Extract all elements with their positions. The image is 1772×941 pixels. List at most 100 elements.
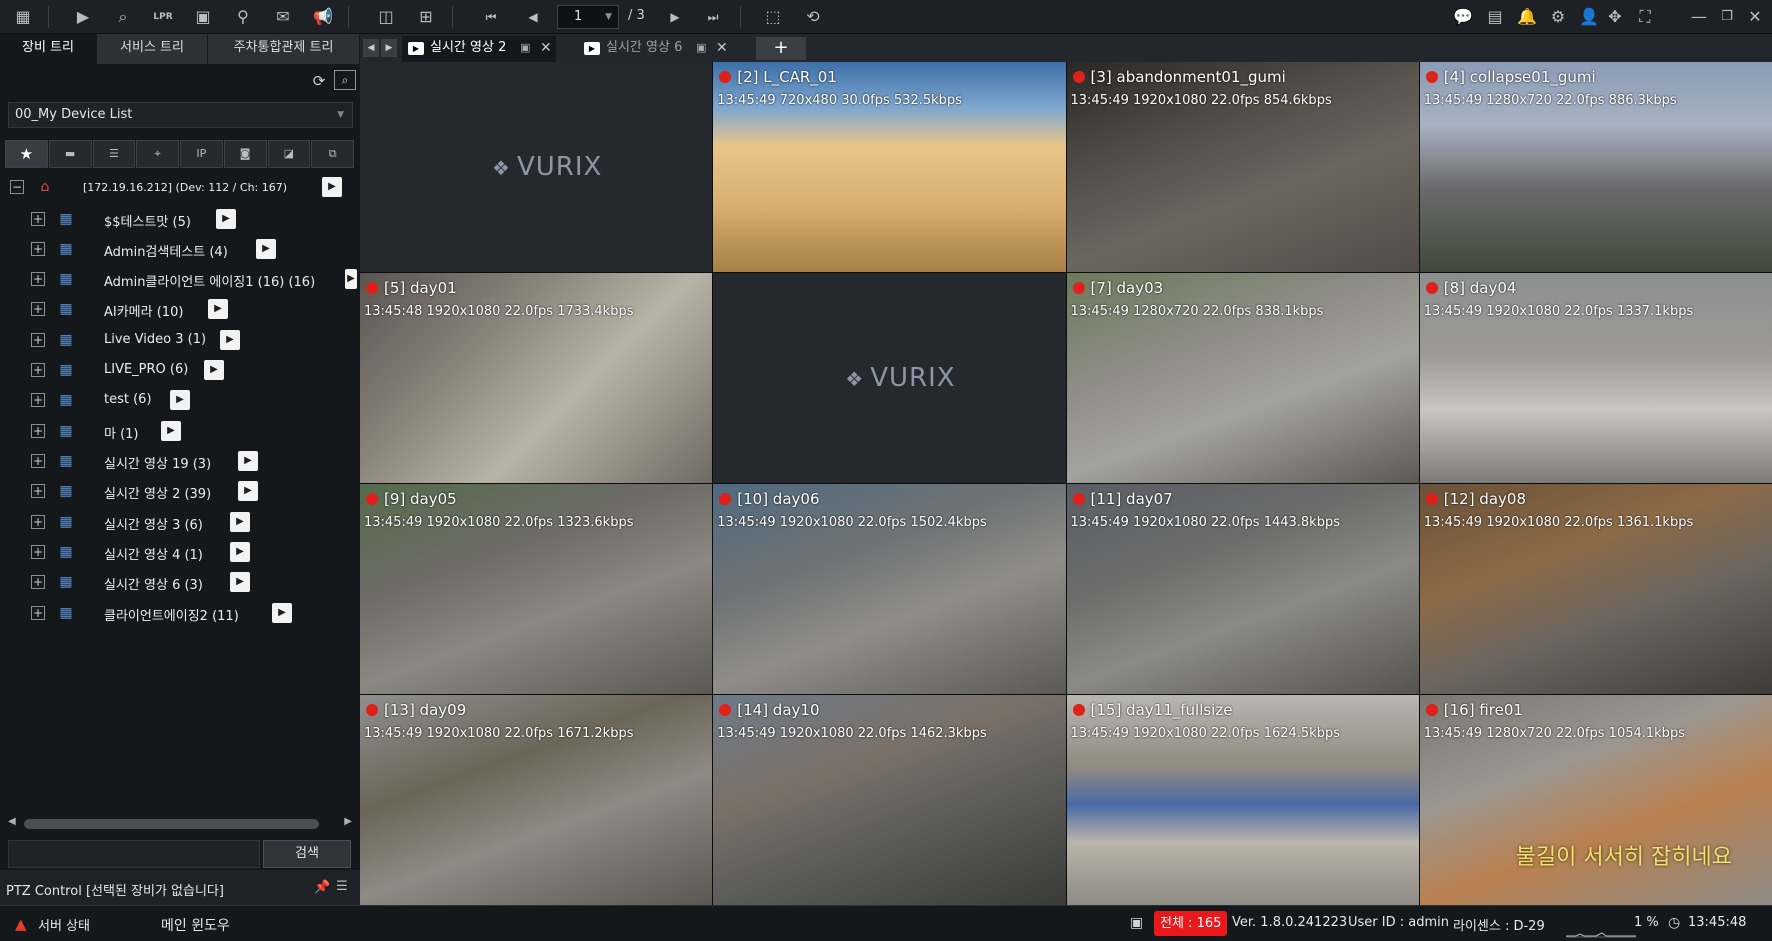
video-cell[interactable]: [13] day09 13:45:49 1920x1080 22.0fps 16…: [360, 695, 713, 905]
monitor-settings-icon[interactable]: ▤: [1482, 4, 1508, 30]
favorite-star-icon[interactable]: ★: [5, 140, 48, 168]
minimize-icon[interactable]: —: [1686, 4, 1712, 30]
expand-icon[interactable]: +: [31, 515, 45, 529]
video-cell-empty[interactable]: ❖ VURIX: [713, 273, 1066, 483]
play-icon[interactable]: ▶: [230, 542, 250, 562]
person-search-icon[interactable]: ⚲: [230, 4, 256, 30]
play-icon[interactable]: ▶: [238, 451, 258, 471]
tree-item[interactable]: + ▦ test (6) ▶: [0, 387, 360, 413]
main-window-label[interactable]: 메인 윈도우: [161, 915, 230, 935]
device-list-select[interactable]: 00_My Device List ▼: [8, 102, 353, 128]
scroll-thumb[interactable]: [24, 819, 319, 829]
camera-icon[interactable]: ◙: [223, 140, 267, 168]
first-page-icon[interactable]: ⏮: [478, 4, 504, 30]
tab-parking-tree[interactable]: 주차통합관제 트리: [208, 34, 360, 64]
next-page-icon[interactable]: ▶: [662, 4, 688, 30]
play-icon[interactable]: ▶: [238, 481, 258, 501]
close-tab-icon[interactable]: ✕: [716, 36, 728, 60]
ip-filter-icon[interactable]: IP: [180, 140, 223, 168]
video-cell[interactable]: [2] L_CAR_01 13:45:49 720x480 30.0fps 53…: [713, 62, 1066, 272]
play-icon[interactable]: ▶: [272, 603, 292, 623]
tree-item[interactable]: + ▦ 실시간 영상 3 (6) ▶: [0, 509, 360, 535]
lpr-icon[interactable]: LPR: [150, 4, 176, 30]
close-icon[interactable]: ✕: [1742, 4, 1768, 30]
expand-icon[interactable]: +: [31, 272, 45, 286]
tree-item[interactable]: + ▦ 실시간 영상 19 (3) ▶: [0, 448, 360, 474]
total-count-badge[interactable]: 전체 : 165: [1154, 911, 1228, 936]
prev-page-icon[interactable]: ◀: [520, 4, 546, 30]
video-cell[interactable]: [14] day10 13:45:49 1920x1080 22.0fps 14…: [713, 695, 1066, 905]
tree-item[interactable]: + ▦ 실시간 영상 4 (1) ▶: [0, 539, 360, 565]
tree-search-input[interactable]: [8, 840, 260, 868]
gear-icon[interactable]: ⚙: [1545, 4, 1571, 30]
search-button[interactable]: 검색: [263, 840, 351, 868]
expand-icon[interactable]: +: [31, 242, 45, 256]
video-cell[interactable]: [16] fire01 13:45:49 1280x720 22.0fps 10…: [1419, 695, 1772, 905]
sensor-icon[interactable]: ◪: [267, 140, 311, 168]
live-video-icon[interactable]: ▶: [70, 4, 96, 30]
expand-icon[interactable]: +: [31, 212, 45, 226]
collapse-icon[interactable]: −: [10, 180, 24, 194]
warning-icon[interactable]: ▲: [15, 915, 27, 933]
map-icon[interactable]: ⌖: [136, 140, 179, 168]
folder-icon[interactable]: ▬: [48, 140, 92, 168]
close-tab-icon[interactable]: ✕: [540, 36, 552, 60]
play-icon[interactable]: ▶: [170, 390, 190, 410]
play-icon[interactable]: ▶: [230, 572, 250, 592]
video-cell[interactable]: [12] day08 13:45:49 1920x1080 22.0fps 13…: [1419, 484, 1772, 694]
video-cell[interactable]: [7] day03 13:45:49 1280x720 22.0fps 838.…: [1066, 273, 1419, 483]
tab-service-tree[interactable]: 서비스 트리: [97, 34, 208, 64]
screen-capture-icon[interactable]: ⬚: [760, 4, 786, 30]
cycle-screen-icon[interactable]: ⟲: [800, 4, 826, 30]
tab-live-video-2[interactable]: ▶ 실시간 영상 2 ▣ ✕: [402, 36, 556, 62]
detach-icon[interactable]: ▣: [520, 36, 530, 60]
play-icon[interactable]: ▶: [230, 512, 250, 532]
play-icon[interactable]: ▶: [208, 299, 228, 319]
add-screen-icon[interactable]: ⊞: [413, 4, 439, 30]
expand-icon[interactable]: +: [31, 333, 45, 347]
expand-icon[interactable]: +: [31, 393, 45, 407]
tree-root[interactable]: − ⌂ [172.19.16.212] (Dev: 112 / Ch: 167)…: [0, 174, 360, 200]
server-icon[interactable]: ☰: [92, 140, 136, 168]
page-number-input[interactable]: 1 ▼: [557, 5, 619, 29]
video-cell[interactable]: [8] day04 13:45:49 1920x1080 22.0fps 133…: [1419, 273, 1772, 483]
tab-device-tree[interactable]: 장비 트리: [0, 34, 97, 64]
expand-icon[interactable]: +: [31, 424, 45, 438]
pin-icon[interactable]: 📌: [314, 880, 330, 895]
detach-icon[interactable]: ▣: [696, 36, 706, 60]
move-icon[interactable]: ✥: [1602, 4, 1628, 30]
tree-item[interactable]: + ▦ 클라이언트에이징2 (11) ▶: [0, 600, 360, 626]
device-group-icon[interactable]: ⧉: [311, 140, 354, 168]
apps-grid-icon[interactable]: ▦: [10, 4, 36, 30]
expand-icon[interactable]: +: [31, 302, 45, 316]
play-icon[interactable]: ▶: [216, 209, 236, 229]
play-icon[interactable]: ▶: [204, 360, 224, 380]
video-cell[interactable]: [10] day06 13:45:49 1920x1080 22.0fps 15…: [713, 484, 1066, 694]
scroll-left-icon[interactable]: ◀: [8, 816, 16, 827]
add-tab-button[interactable]: +: [756, 37, 806, 60]
expand-icon[interactable]: +: [31, 545, 45, 559]
chat-search-icon[interactable]: ✉: [270, 4, 296, 30]
video-cell[interactable]: [5] day01 13:45:48 1920x1080 22.0fps 173…: [360, 273, 713, 483]
message-icon[interactable]: 💬: [1450, 4, 1476, 30]
tree-item[interactable]: + ▦ Admin클라이언트 에이징1 (16) (16) ▶: [0, 266, 360, 292]
tree-item[interactable]: + ▦ 실시간 영상 6 (3) ▶: [0, 569, 360, 595]
play-icon[interactable]: ▶: [322, 177, 342, 197]
expand-icon[interactable]: +: [31, 606, 45, 620]
tree-item[interactable]: + ▦ 마 (1) ▶: [0, 418, 360, 444]
layout-split-icon[interactable]: ◫: [373, 4, 399, 30]
search-icon[interactable]: ⌕: [334, 70, 356, 90]
menu-icon[interactable]: ☰: [336, 879, 348, 894]
restore-icon[interactable]: ❐: [1714, 4, 1740, 30]
tree-item[interactable]: + ▦ $$테스트맛 (5) ▶: [0, 206, 360, 232]
video-cell[interactable]: [11] day07 13:45:49 1920x1080 22.0fps 14…: [1066, 484, 1419, 694]
expand-icon[interactable]: +: [31, 575, 45, 589]
play-icon[interactable]: ▶: [345, 269, 357, 289]
playback-search-icon[interactable]: ⌕: [110, 4, 136, 30]
video-cell[interactable]: [9] day05 13:45:49 1920x1080 22.0fps 132…: [360, 484, 713, 694]
tree-horizontal-scrollbar[interactable]: ◀ ▶: [4, 816, 356, 830]
play-icon[interactable]: ▶: [256, 239, 276, 259]
tree-item[interactable]: + ▦ AI카메라 (10) ▶: [0, 296, 360, 322]
expand-icon[interactable]: +: [31, 363, 45, 377]
server-status[interactable]: 서버 상태: [38, 915, 90, 934]
